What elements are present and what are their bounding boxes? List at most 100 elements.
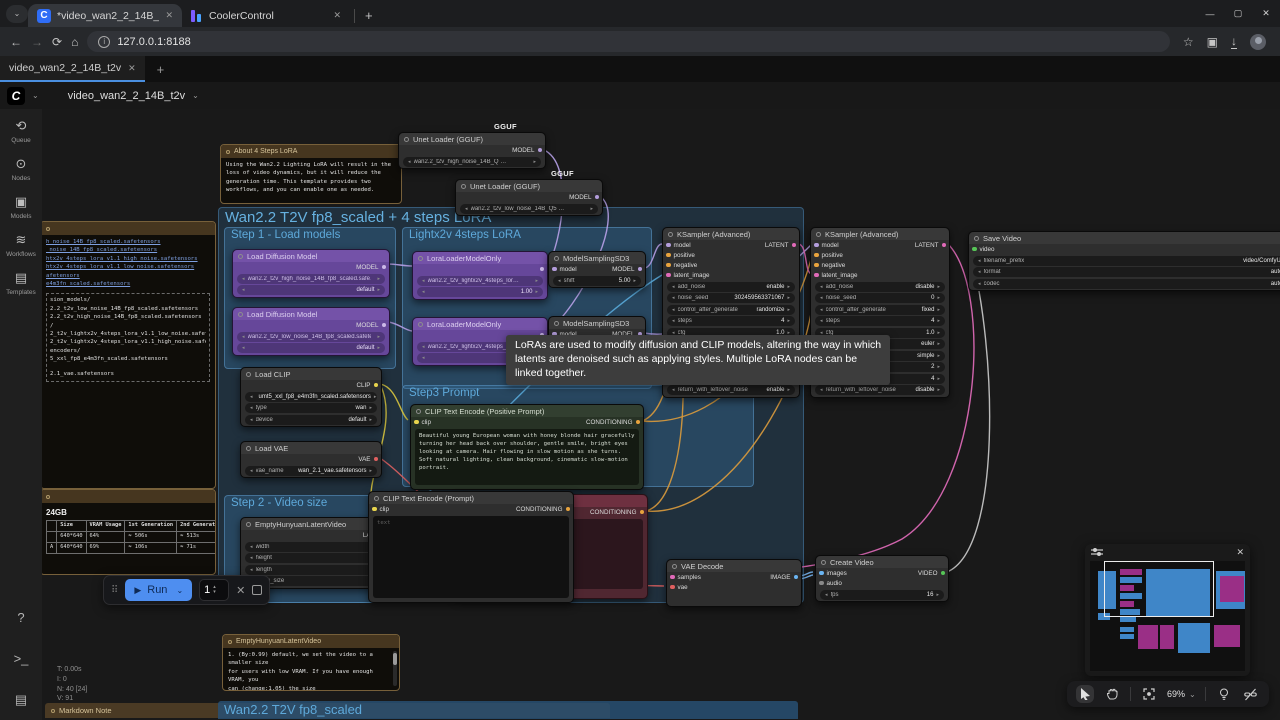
note-header[interactable] — [42, 222, 215, 235]
port-dot[interactable] — [666, 263, 671, 268]
widget-left-arrow-icon[interactable]: ◂ — [242, 276, 245, 282]
collapse-dot-icon[interactable] — [554, 256, 559, 261]
minimap-close-icon[interactable]: ✕ — [1236, 547, 1244, 558]
widget-left-arrow-icon[interactable]: ◂ — [422, 278, 425, 284]
collapse-dot-icon[interactable] — [374, 496, 379, 501]
widget-left-arrow-icon[interactable]: ◂ — [820, 284, 823, 290]
sidebar-item[interactable]: ⊙ Nodes — [6, 157, 36, 182]
widget-right-arrow-icon[interactable]: ▸ — [787, 307, 790, 313]
widget-left-arrow-icon[interactable]: ◂ — [672, 307, 675, 313]
node-title-bar[interactable]: Unet Loader (GGUF) — [456, 180, 602, 192]
widget-left-arrow-icon[interactable]: ◂ — [422, 289, 425, 295]
toggle-links-icon[interactable] — [1242, 685, 1260, 703]
help-icon[interactable]: ? — [17, 610, 24, 625]
sidebar-item[interactable]: ≋ Workflows — [6, 233, 36, 258]
port-dot[interactable] — [819, 581, 824, 586]
model-link[interactable]: h_noise_14B_fp8_scaled.safetensors — [46, 238, 210, 246]
close-window-icon[interactable]: ✕ — [1252, 8, 1280, 19]
node-load-clip[interactable]: Load CLIP CLIP ◂clip_numt5_xxl_fp8_e4m3f… — [240, 367, 382, 427]
node-save-video[interactable]: Save Video video ◂filename_prefixvideo/C… — [968, 231, 1280, 291]
output-port[interactable]: MODEL — [569, 193, 599, 201]
model-link[interactable]: htx2v_4steps_lora_v1.1_low_noise.safeten… — [46, 263, 210, 271]
input-port[interactable]: negative — [814, 261, 858, 269]
port-dot[interactable] — [414, 420, 419, 425]
widget-right-arrow-icon[interactable]: ▸ — [377, 334, 380, 340]
widget-right-arrow-icon[interactable]: ▸ — [787, 295, 790, 301]
run-options-chevron-icon[interactable]: ⌄ — [176, 586, 183, 595]
collapse-dot-icon[interactable] — [821, 560, 826, 565]
widget-row[interactable]: ◂typewan▸ — [245, 403, 377, 413]
output-port[interactable]: CONDITIONING — [590, 508, 644, 516]
collapse-dot-icon[interactable] — [238, 312, 243, 317]
sidebar-item[interactable]: ▣ Models — [6, 195, 36, 220]
collapse-dot-icon[interactable] — [461, 184, 466, 189]
port-dot[interactable] — [941, 571, 946, 576]
collapse-dot-icon[interactable] — [238, 254, 243, 259]
widget-row[interactable]: ◂devicedefault▸ — [245, 415, 377, 425]
widget-left-arrow-icon[interactable]: ◂ — [422, 355, 425, 361]
note-header[interactable]: About 4 Steps LoRA — [221, 145, 401, 158]
port-dot[interactable] — [372, 507, 377, 512]
url-text[interactable]: 127.0.0.1:8188 — [117, 36, 190, 48]
output-port[interactable]: CONDITIONING — [516, 505, 570, 513]
bookmark-star-icon[interactable]: ☆ — [1183, 35, 1194, 49]
sidebar-item[interactable]: ⟲ Queue — [6, 119, 36, 144]
select-tool-icon[interactable] — [1076, 685, 1094, 703]
widget-row[interactable]: ◂shift5.00▸ — [553, 276, 641, 286]
node-title-bar[interactable]: KSampler (Advanced) — [663, 228, 799, 240]
collapse-dot-icon[interactable] — [418, 256, 423, 261]
widget-right-arrow-icon[interactable]: ▸ — [377, 287, 380, 293]
profile-icon[interactable] — [1250, 34, 1266, 50]
node-lora-loader-model-only-1[interactable]: LoraLoaderModelOnly ◂wan2.2_t2v_lightx2v… — [412, 251, 548, 300]
collapse-dot-icon[interactable] — [46, 227, 50, 231]
widget-row[interactable]: ◂return_with_leftover_noiseenable▸ — [667, 385, 795, 395]
port-dot[interactable] — [374, 457, 379, 462]
widget-row[interactable]: ◂codecauto▸ — [973, 279, 1280, 289]
widget-left-arrow-icon[interactable]: ◂ — [242, 334, 245, 340]
widget-row[interactable]: ◂noise_seed0▸ — [815, 293, 945, 303]
widget-left-arrow-icon[interactable]: ◂ — [820, 307, 823, 313]
tab-search-button[interactable]: ⌄ — [6, 5, 28, 23]
zoom-level[interactable]: 69% ⌄ — [1167, 689, 1196, 699]
widget-left-arrow-icon[interactable]: ◂ — [250, 417, 253, 423]
widget-left-arrow-icon[interactable]: ◂ — [250, 468, 253, 474]
logs-icon[interactable]: ▤ — [15, 692, 27, 708]
input-port[interactable]: audio — [819, 579, 847, 587]
node-unet-loader-gguf-1[interactable]: Unet Loader (GGUF) MODEL ◂wan2.2_t2v_hig… — [398, 132, 546, 169]
minimap-panel[interactable]: ✕ — [1085, 544, 1250, 676]
model-link[interactable]: e4m3fn_scaled.safetensors — [46, 280, 210, 288]
port-dot[interactable] — [794, 575, 799, 580]
widget-left-arrow-icon[interactable]: ◂ — [558, 278, 561, 284]
input-port[interactable]: positive — [814, 251, 858, 259]
node-unet-loader-gguf-2[interactable]: Unet Loader (GGUF) MODEL ◂wan2.2_t2v_low… — [455, 179, 603, 216]
new-tab-button[interactable]: + — [365, 8, 373, 23]
collapse-dot-icon[interactable] — [668, 232, 673, 237]
input-port[interactable]: latent_image — [814, 271, 858, 279]
widget-right-arrow-icon[interactable]: ▸ — [937, 330, 940, 336]
node-title-bar[interactable]: ModelSamplingSD3 — [549, 252, 645, 264]
sidebar-item[interactable]: ▤ Templates — [6, 271, 36, 296]
prompt-textarea[interactable]: Beautiful young European woman with hone… — [415, 429, 639, 485]
input-port[interactable]: samples — [670, 573, 701, 581]
browser-tab-active[interactable]: C *video_wan2_2_14B_t2 ✕ — [28, 4, 182, 27]
node-title-bar[interactable]: LoraLoaderModelOnly — [413, 318, 547, 330]
new-workflow-tab-button[interactable]: + — [145, 56, 177, 82]
node-title-bar[interactable]: KSampler (Advanced) — [811, 228, 949, 240]
output-port[interactable]: MODEL — [356, 321, 386, 329]
stepper-down-icon[interactable]: ▾ — [213, 590, 216, 595]
node-title-bar[interactable]: ModelSamplingSD3 — [549, 317, 645, 329]
widget-right-arrow-icon[interactable]: ▸ — [937, 387, 940, 393]
collapse-dot-icon[interactable] — [51, 709, 55, 713]
port-dot[interactable] — [792, 243, 797, 248]
widget-row[interactable]: ◂add_noisedisable▸ — [815, 282, 945, 292]
widget-left-arrow-icon[interactable]: ◂ — [978, 269, 981, 275]
note-empty-hunyuan-latent[interactable]: EmptyHunyuanLatentVideo 1. (By:0.99) def… — [222, 634, 400, 691]
widget-right-arrow-icon[interactable]: ▸ — [937, 284, 940, 290]
input-port[interactable]: model — [666, 241, 710, 249]
widget-right-arrow-icon[interactable]: ▸ — [787, 318, 790, 324]
widget-row[interactable]: ◂control_after_generatefixed▸ — [815, 305, 945, 315]
run-button[interactable]: ▶ Run ⌄ — [125, 579, 192, 601]
widget-right-arrow-icon[interactable]: ▸ — [937, 376, 940, 382]
port-dot[interactable] — [595, 195, 600, 200]
output-port[interactable]: LATENT — [765, 241, 796, 249]
